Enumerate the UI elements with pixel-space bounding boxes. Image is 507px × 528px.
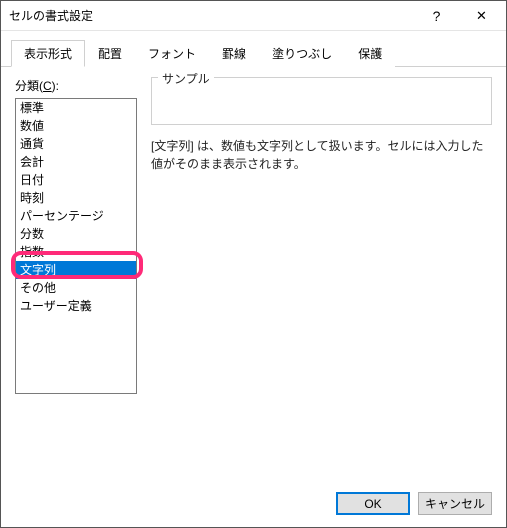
dialog-buttons: OK キャンセル xyxy=(1,480,506,527)
close-button[interactable]: ✕ xyxy=(459,1,504,30)
list-item[interactable]: ユーザー定義 xyxy=(16,297,136,315)
list-item[interactable]: 通貨 xyxy=(16,135,136,153)
tab-number-format[interactable]: 表示形式 xyxy=(11,40,85,67)
tab-alignment[interactable]: 配置 xyxy=(85,40,135,67)
label-prefix: 分類( xyxy=(15,79,43,93)
title-bar: セルの書式設定 ? ✕ xyxy=(1,1,506,31)
list-item[interactable]: 標準 xyxy=(16,99,136,117)
format-description: [文字列] は、数値も文字列として扱います。セルには入力した値がそのまま表示され… xyxy=(151,137,492,173)
list-item[interactable]: 時刻 xyxy=(16,189,136,207)
tab-fill[interactable]: 塗りつぶし xyxy=(259,40,345,67)
tab-content: 分類(C): 標準 数値 通貨 会計 日付 時刻 パーセンテージ 分数 指数 文… xyxy=(1,67,506,480)
category-column: 分類(C): 標準 数値 通貨 会計 日付 時刻 パーセンテージ 分数 指数 文… xyxy=(15,77,137,470)
list-item[interactable]: 指数 xyxy=(16,243,136,261)
cancel-button[interactable]: キャンセル xyxy=(418,492,492,515)
list-item[interactable]: 会計 xyxy=(16,153,136,171)
label-accelerator: C xyxy=(43,79,52,93)
dialog-title: セルの書式設定 xyxy=(9,7,414,24)
tab-border[interactable]: 罫線 xyxy=(209,40,259,67)
ok-button[interactable]: OK xyxy=(336,492,410,515)
list-item[interactable]: その他 xyxy=(16,279,136,297)
label-suffix: ): xyxy=(52,79,59,93)
tab-strip: 表示形式 配置 フォント 罫線 塗りつぶし 保護 xyxy=(1,31,506,67)
category-listbox-wrap: 標準 数値 通貨 会計 日付 時刻 パーセンテージ 分数 指数 文字列 その他 … xyxy=(15,98,137,470)
tab-protection[interactable]: 保護 xyxy=(345,40,395,67)
tab-font[interactable]: フォント xyxy=(135,40,209,67)
help-button[interactable]: ? xyxy=(414,1,459,30)
main-row: 分類(C): 標準 数値 通貨 会計 日付 時刻 パーセンテージ 分数 指数 文… xyxy=(15,77,492,470)
detail-column: サンプル [文字列] は、数値も文字列として扱います。セルには入力した値がそのま… xyxy=(151,77,492,470)
list-item-selected[interactable]: 文字列 xyxy=(16,261,136,279)
sample-label: サンプル xyxy=(158,70,214,87)
list-item[interactable]: 数値 xyxy=(16,117,136,135)
close-icon: ✕ xyxy=(476,8,487,24)
sample-value xyxy=(160,90,483,104)
list-item[interactable]: パーセンテージ xyxy=(16,207,136,225)
list-item[interactable]: 分数 xyxy=(16,225,136,243)
category-label: 分類(C): xyxy=(15,77,137,94)
list-item[interactable]: 日付 xyxy=(16,171,136,189)
help-icon: ? xyxy=(433,8,441,24)
category-listbox[interactable]: 標準 数値 通貨 会計 日付 時刻 パーセンテージ 分数 指数 文字列 その他 … xyxy=(15,98,137,394)
sample-group: サンプル xyxy=(151,77,492,125)
format-cells-dialog: セルの書式設定 ? ✕ 表示形式 配置 フォント 罫線 塗りつぶし 保護 分類(… xyxy=(0,0,507,528)
